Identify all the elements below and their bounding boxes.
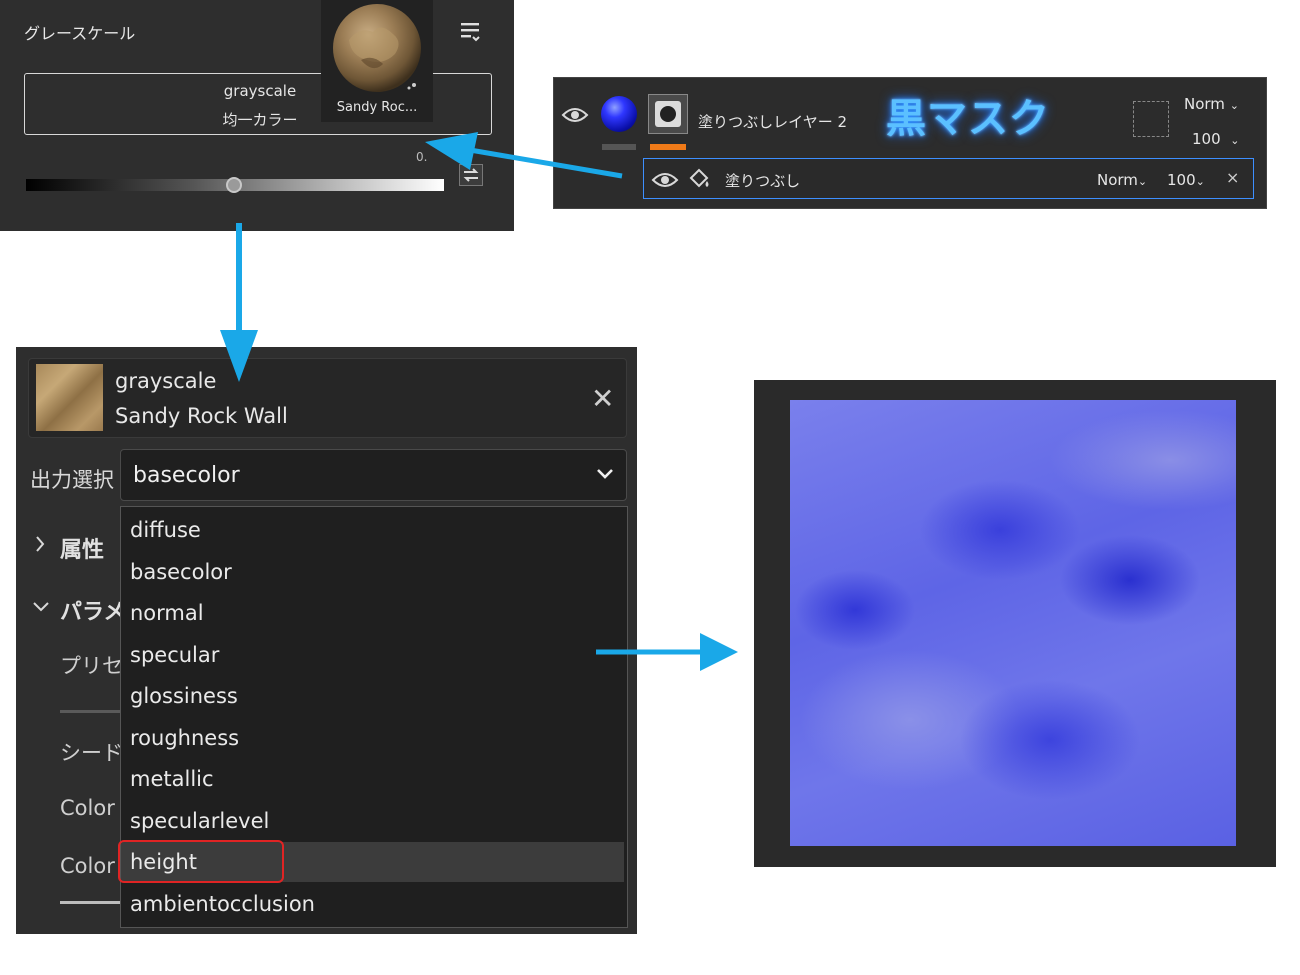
height-map-preview (790, 400, 1236, 846)
eye-icon[interactable] (561, 104, 589, 126)
divider (60, 901, 122, 904)
option-specularlevel[interactable]: specularlevel (130, 809, 269, 833)
slider-handle[interactable] (226, 177, 242, 193)
color-label: Color (60, 796, 115, 820)
section-attributes[interactable]: 属性 (60, 532, 104, 564)
empty-mask-slot[interactable] (1133, 101, 1169, 137)
swap-icon[interactable] (459, 164, 483, 186)
opacity-select[interactable]: 100 ⌄ (1192, 130, 1239, 148)
sublayer-opacity-select[interactable]: 100⌄ (1167, 171, 1205, 189)
option-diffuse[interactable]: diffuse (130, 518, 201, 542)
close-icon[interactable]: ✕ (591, 382, 614, 415)
blend-mode-select[interactable]: Norm ⌄ (1184, 95, 1239, 113)
chevron-right-icon[interactable] (32, 533, 48, 555)
output-select-value: basecolor (133, 463, 240, 488)
close-icon[interactable]: × (1226, 168, 1239, 187)
annotation-label: 黒マスク (886, 96, 1050, 142)
mask-thumbnail[interactable] (648, 94, 688, 134)
option-specular[interactable]: specular (130, 643, 219, 667)
paint-bucket-icon (686, 166, 712, 192)
mask-bar (650, 144, 686, 150)
option-roughness[interactable]: roughness (130, 726, 239, 750)
sublayer-blend-select[interactable]: Norm⌄ (1097, 171, 1147, 189)
thumbnail-label: Sandy Roc... (336, 100, 418, 115)
option-metallic[interactable]: metallic (130, 767, 214, 791)
seed-label: シード (60, 741, 123, 765)
option-ambientocclusion[interactable]: ambientocclusion (130, 892, 315, 916)
chevron-down-icon[interactable] (591, 460, 619, 488)
slider-value: 0. (416, 150, 428, 164)
option-normal[interactable]: normal (130, 601, 204, 625)
material-thumbnail (36, 364, 103, 431)
divider (60, 710, 122, 713)
layer-bar (602, 144, 636, 150)
sublayer-name: 塗りつぶし (725, 172, 801, 190)
option-basecolor[interactable]: basecolor (130, 560, 232, 584)
material-name: Sandy Rock Wall (115, 404, 288, 428)
material-ball-icon[interactable] (601, 96, 637, 132)
output-select-label: 出力選択 (30, 468, 114, 492)
menu-icon[interactable] (458, 18, 484, 46)
layer-name[interactable]: 塗りつぶしレイヤー 2 (698, 111, 847, 132)
source-name: grayscale (223, 82, 297, 100)
option-glossiness[interactable]: glossiness (130, 684, 238, 708)
highlight-outline (118, 840, 284, 883)
color-label: Color (60, 854, 115, 878)
source-name: grayscale (115, 369, 217, 393)
source-type: 均一カラー (222, 111, 298, 129)
chevron-down-icon[interactable] (30, 598, 52, 616)
panel-title: グレースケール (24, 24, 136, 43)
eye-icon[interactable] (651, 170, 679, 190)
